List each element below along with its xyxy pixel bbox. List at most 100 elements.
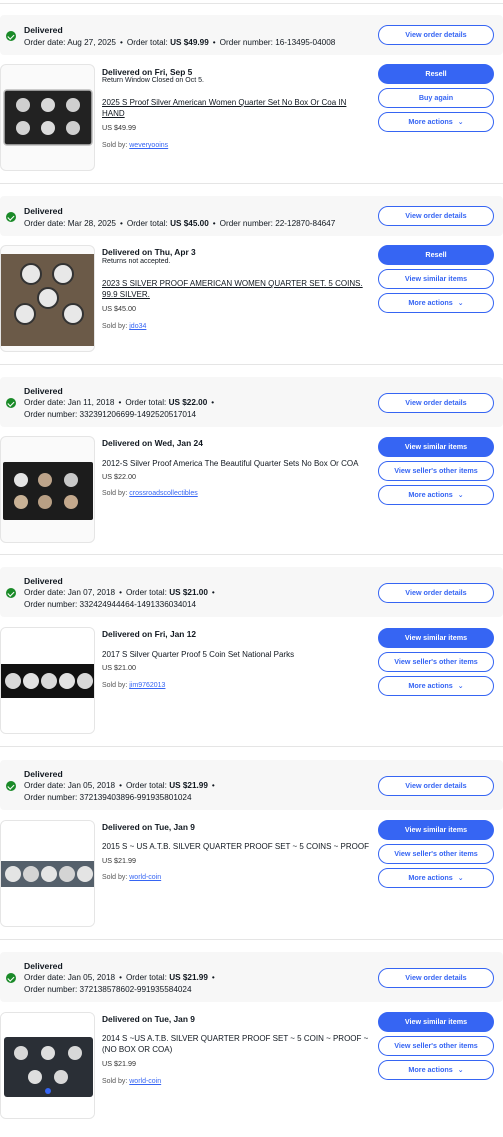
order-divider [0, 746, 503, 747]
more-actions-button[interactable]: More actions ⌄ [378, 676, 494, 696]
view-order-details-button[interactable]: View order details [378, 206, 494, 226]
view-order-details-button[interactable]: View order details [378, 776, 494, 796]
delivered-date: Delivered on Fri, Jan 12 [102, 629, 197, 639]
item-title-link[interactable]: 2017 S Silver Quarter Proof 5 Coin Set N… [102, 649, 370, 660]
seller-info: Sold by: jim9762013 [102, 682, 166, 689]
checkmark-circle-icon [6, 212, 16, 222]
order-status: Delivered [24, 206, 63, 216]
item-price: US $21.99 [102, 1059, 136, 1068]
seller-info: Sold by: jdo34 [102, 323, 147, 330]
more-actions-button[interactable]: More actions ⌄ [378, 293, 494, 313]
seller-info: Sold by: crossroadscollectibles [102, 490, 198, 497]
item-price: US $49.99 [102, 123, 136, 132]
view-order-details-button[interactable]: View order details [378, 583, 494, 603]
checkmark-circle-icon [6, 973, 16, 983]
delivered-date: Delivered on Fri, Sep 5 [102, 67, 193, 77]
item-title-link[interactable]: 2012-S Silver Proof America The Beautifu… [102, 458, 370, 469]
checkmark-circle-icon [6, 31, 16, 41]
checkmark-circle-icon [6, 398, 16, 408]
view-order-details-button[interactable]: View order details [378, 25, 494, 45]
view-similar-items-button[interactable]: View similar items [378, 820, 494, 840]
view-similar-items-button[interactable]: View similar items [378, 269, 494, 289]
more-actions-button[interactable]: More actions ⌄ [378, 485, 494, 505]
item-price: US $45.00 [102, 304, 136, 313]
seller-link[interactable]: world-coin [129, 874, 161, 881]
order-header: Delivered Order date: Mar 28, 2025 • Order… [0, 196, 503, 236]
order-number: Order number: 332391206699-1492520517014 [24, 410, 197, 419]
checkmark-circle-icon [6, 588, 16, 598]
more-actions-button[interactable]: More actions ⌄ [378, 1060, 494, 1080]
resell-button[interactable]: Resell [378, 64, 494, 84]
order-meta: Order date: Jan 07, 2018 • Order total: US… [24, 588, 215, 597]
order-status: Delivered [24, 386, 63, 396]
order-number: Order number: 372138578602-991935584024 [24, 985, 192, 994]
item-title-link[interactable]: 2014 S ~US A.T.B. SILVER QUARTER PROOF S… [102, 1033, 370, 1055]
chevron-down-icon: ⌄ [457, 492, 464, 499]
item-thumbnail[interactable] [0, 820, 95, 927]
seller-link[interactable]: crossroadscollectibles [129, 490, 197, 497]
item-thumbnail[interactable] [0, 1012, 95, 1119]
seller-info: Sold by: weveryooins [102, 142, 169, 149]
delivered-date: Delivered on Thu, Apr 3 [102, 247, 196, 257]
seller-link[interactable]: jim9762013 [129, 682, 165, 689]
seller-link[interactable]: world-coin [129, 1078, 161, 1085]
view-similar-items-button[interactable]: View similar items [378, 628, 494, 648]
item-title-link[interactable]: 2023 S SILVER PROOF AMERICAN WOMEN QUART… [102, 278, 370, 300]
order-divider [0, 364, 503, 365]
checkmark-circle-icon [6, 781, 16, 791]
buy-again-button[interactable]: Buy again [378, 88, 494, 108]
order-header: Delivered Order date: Jan 05, 2018 • Order… [0, 952, 503, 1002]
chevron-down-icon: ⌄ [457, 683, 464, 690]
item-thumbnail[interactable] [0, 436, 95, 543]
order-meta: Order date: Aug 27, 2025 • Order total: US… [24, 38, 336, 47]
order-number: Order number: 372139403896-991935801024 [24, 793, 192, 802]
order-status: Delivered [24, 961, 63, 971]
return-note: Returns not accepted. [102, 258, 171, 265]
resell-button[interactable]: Resell [378, 245, 494, 265]
view-sellers-other-items-button[interactable]: View seller's other items [378, 461, 494, 481]
item-thumbnail[interactable] [0, 245, 95, 352]
top-divider [0, 3, 503, 4]
seller-info: Sold by: world-coin [102, 874, 162, 881]
chevron-down-icon: ⌄ [457, 300, 464, 307]
delivered-date: Delivered on Wed, Jan 24 [102, 438, 203, 448]
item-price: US $21.99 [102, 856, 136, 865]
view-similar-items-button[interactable]: View similar items [378, 437, 494, 457]
seller-info: Sold by: world-coin [102, 1078, 162, 1085]
chevron-down-icon: ⌄ [457, 875, 464, 882]
delivered-date: Delivered on Tue, Jan 9 [102, 1014, 195, 1024]
seller-link[interactable]: weveryooins [129, 142, 168, 149]
view-order-details-button[interactable]: View order details [378, 393, 494, 413]
order-header: Delivered Order date: Jan 11, 2018 • Order… [0, 377, 503, 427]
view-order-details-button[interactable]: View order details [378, 968, 494, 988]
chevron-down-icon: ⌄ [457, 1067, 464, 1074]
more-actions-button[interactable]: More actions ⌄ [378, 112, 494, 132]
item-title-link[interactable]: 2015 S ~ US A.T.B. SILVER QUARTER PROOF … [102, 841, 370, 852]
order-status: Delivered [24, 25, 63, 35]
more-actions-button[interactable]: More actions ⌄ [378, 868, 494, 888]
order-header: Delivered Order date: Jan 05, 2018 • Order… [0, 760, 503, 810]
view-sellers-other-items-button[interactable]: View seller's other items [378, 844, 494, 864]
order-meta: Order date: Mar 28, 2025 • Order total: US… [24, 219, 336, 228]
item-title-link[interactable]: 2025 S Proof Silver American Women Quart… [102, 97, 370, 119]
order-divider [0, 939, 503, 940]
order-status: Delivered [24, 576, 63, 586]
view-similar-items-button[interactable]: View similar items [378, 1012, 494, 1032]
order-meta: Order date: Jan 05, 2018 • Order total: US… [24, 973, 215, 982]
seller-link[interactable]: jdo34 [129, 323, 146, 330]
order-header: Delivered Order date: Aug 27, 2025 • Order… [0, 15, 503, 55]
delivered-date: Delivered on Tue, Jan 9 [102, 822, 195, 832]
view-sellers-other-items-button[interactable]: View seller's other items [378, 1036, 494, 1056]
order-status: Delivered [24, 769, 63, 779]
item-price: US $21.00 [102, 663, 136, 672]
item-price: US $22.00 [102, 472, 136, 481]
return-note: Return Window Closed on Oct 5. [102, 77, 204, 84]
order-meta: Order date: Jan 11, 2018 • Order total: US… [24, 398, 215, 407]
item-thumbnail[interactable] [0, 627, 95, 734]
view-sellers-other-items-button[interactable]: View seller's other items [378, 652, 494, 672]
chevron-down-icon: ⌄ [457, 119, 464, 126]
item-thumbnail[interactable] [0, 64, 95, 171]
order-header: Delivered Order date: Jan 07, 2018 • Order… [0, 567, 503, 617]
order-divider [0, 183, 503, 184]
order-number: Order number: 332424944464-1491336034014 [24, 600, 197, 609]
